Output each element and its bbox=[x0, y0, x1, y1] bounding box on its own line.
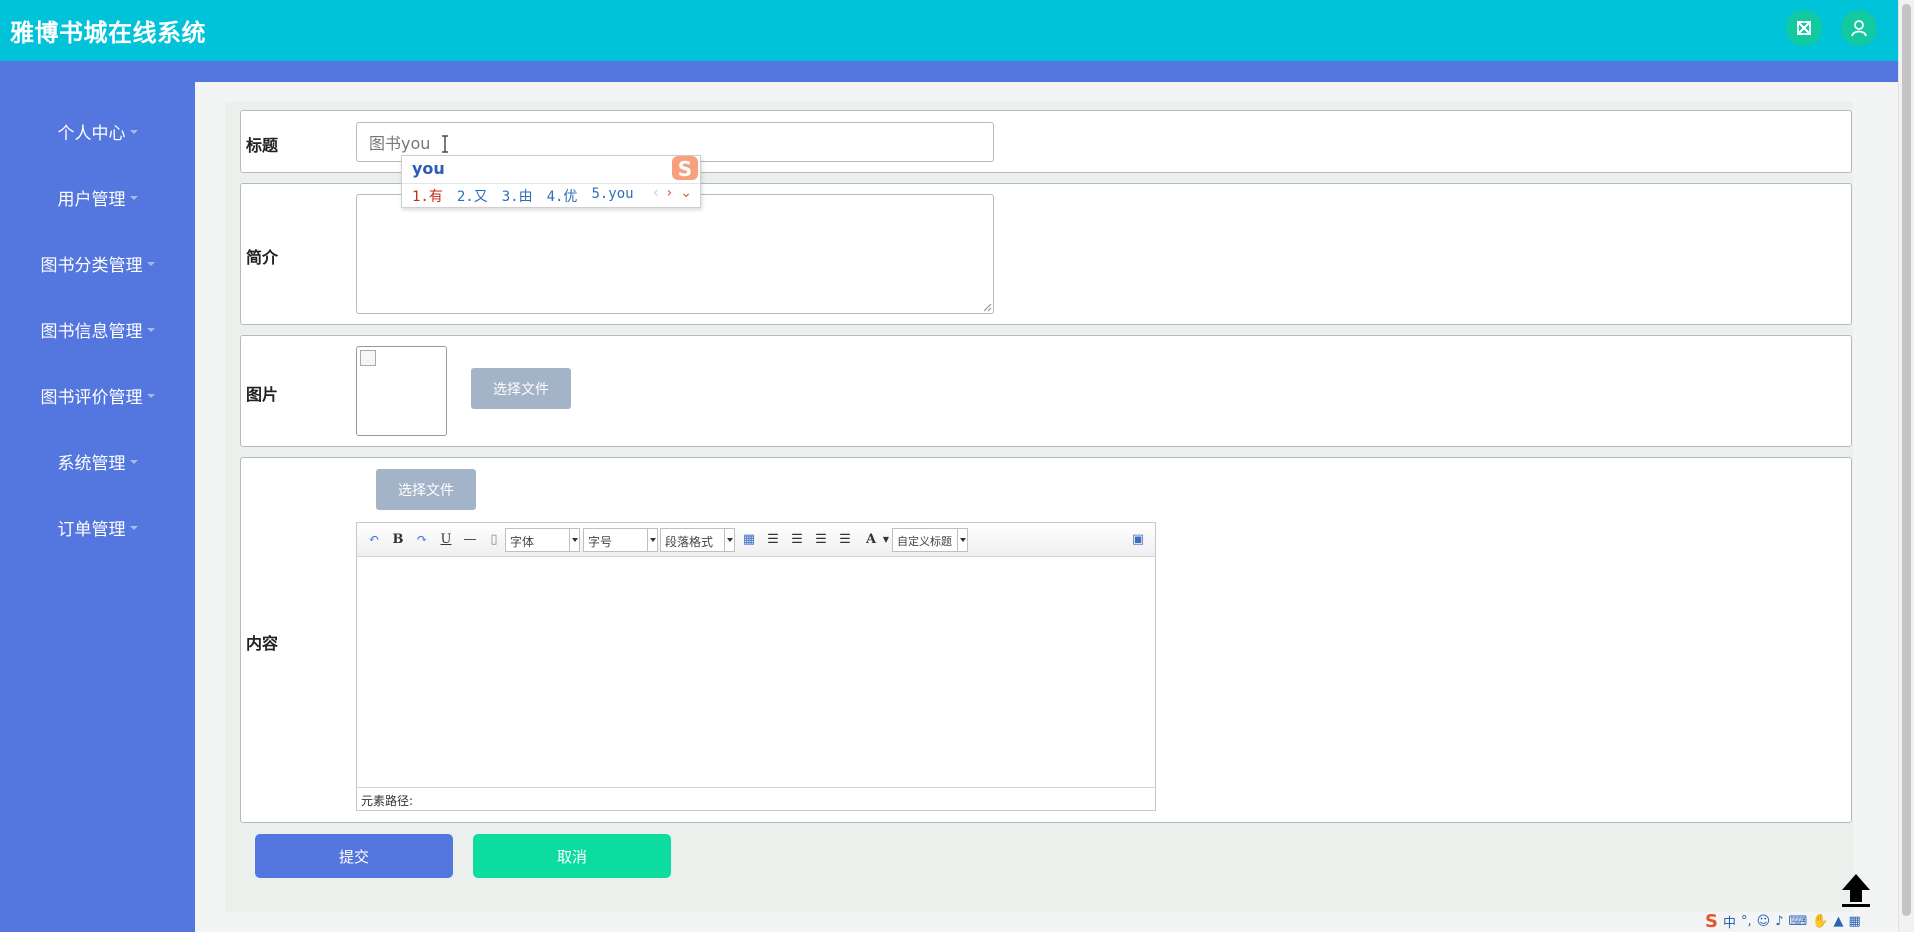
undo-icon[interactable]: ↶ bbox=[365, 530, 383, 548]
ime-candidate-4[interactable]: 4.优 bbox=[547, 186, 578, 206]
image-label: 图片 bbox=[246, 385, 279, 404]
punctuation-toggle[interactable]: °, bbox=[1741, 914, 1752, 929]
sogou-logo-icon: S bbox=[672, 156, 698, 181]
ime-nav: ‹ › ⌄ bbox=[653, 185, 692, 201]
sidebar-item-label: 图书信息管理 bbox=[40, 321, 143, 342]
emoji-icon[interactable]: ☺ bbox=[1757, 914, 1771, 929]
sidebar-item-system[interactable]: 系统管理 bbox=[0, 446, 195, 476]
cancel-button[interactable]: 取消 bbox=[473, 834, 671, 878]
chevron-down-icon bbox=[647, 529, 657, 551]
editor-content-area[interactable] bbox=[357, 558, 1155, 788]
ime-candidate-popup: you S 1.有 2.又 3.由 4.优 5.you ‹ › ⌄ bbox=[401, 155, 701, 208]
skin-icon[interactable]: ▲ bbox=[1833, 914, 1843, 929]
caret-down-icon bbox=[146, 394, 155, 398]
table-icon[interactable]: ▦ bbox=[740, 530, 758, 548]
ime-expand-icon[interactable]: ⌄ bbox=[680, 185, 692, 201]
sogou-tray-icon[interactable]: S bbox=[1705, 911, 1718, 932]
align-left-icon[interactable]: ☰ bbox=[764, 530, 782, 548]
svg-text:S: S bbox=[678, 157, 692, 181]
caret-down-icon bbox=[129, 526, 138, 530]
sidebar-item-label: 图书评价管理 bbox=[40, 387, 143, 408]
hand-icon[interactable]: ✋ bbox=[1812, 914, 1828, 929]
expand-icon bbox=[1797, 21, 1811, 35]
content-choose-file-button[interactable]: 选择文件 bbox=[376, 469, 476, 510]
sidebar-item-book-review[interactable]: 图书评价管理 bbox=[0, 380, 195, 410]
font-family-value: 字体 bbox=[510, 535, 535, 549]
sidebar: 个人中心 用户管理 图书分类管理 图书信息管理 图书评价管理 系统管理 订单管理 bbox=[0, 82, 195, 932]
ime-candidate-5[interactable]: 5.you bbox=[591, 186, 633, 206]
editor-toolbar: ↶ B ↷ U — ▯ 字体 字号 段落格式 ▦ ☰ ☰ ☰ ☰ A ▼ 自定义… bbox=[357, 523, 1155, 557]
paragraph-select[interactable]: 段落格式 bbox=[660, 528, 735, 552]
submit-button[interactable]: 提交 bbox=[255, 834, 453, 878]
text-cursor-icon bbox=[442, 135, 448, 153]
rich-text-editor: ↶ B ↷ U — ▯ 字体 字号 段落格式 ▦ ☰ ☰ ☰ ☰ A ▼ 自定义… bbox=[356, 522, 1156, 811]
sidebar-item-label: 个人中心 bbox=[57, 123, 126, 144]
ime-divider bbox=[402, 183, 700, 184]
underline-icon[interactable]: U bbox=[437, 530, 455, 548]
user-icon bbox=[1851, 20, 1867, 37]
keyboard-icon[interactable]: ⌨ bbox=[1788, 914, 1807, 929]
ime-mode-toggle[interactable]: 中 bbox=[1723, 912, 1736, 931]
ime-prev-icon[interactable]: ‹ bbox=[653, 185, 659, 201]
align-right-icon[interactable]: ☰ bbox=[788, 530, 806, 548]
intro-label: 简介 bbox=[246, 248, 279, 267]
sidebar-item-label: 图书分类管理 bbox=[40, 255, 143, 276]
resize-grip-icon[interactable] bbox=[982, 302, 992, 312]
microphone-icon[interactable]: ♪ bbox=[1775, 914, 1783, 929]
ime-tray: S 中 °, ☺ ♪ ⌨ ✋ ▲ ▦ bbox=[1705, 910, 1914, 932]
page-scrollbar[interactable] bbox=[1898, 0, 1914, 932]
intro-textarea[interactable] bbox=[356, 194, 994, 314]
caret-down-icon bbox=[129, 460, 138, 464]
ime-composition: you bbox=[412, 159, 445, 178]
chevron-down-icon bbox=[724, 529, 734, 551]
redo-icon[interactable]: ↷ bbox=[413, 530, 431, 548]
caret-down-icon bbox=[129, 196, 138, 200]
broken-image-icon bbox=[360, 350, 376, 366]
new-document-icon[interactable]: ▯ bbox=[485, 530, 503, 548]
content-label: 内容 bbox=[246, 634, 279, 653]
horizontal-rule-icon[interactable]: — bbox=[461, 530, 479, 548]
image-preview bbox=[356, 346, 447, 436]
caret-down-icon bbox=[146, 262, 155, 266]
user-button[interactable] bbox=[1841, 10, 1877, 46]
custom-title-value: 自定义标题 bbox=[897, 535, 952, 548]
top-bar: 雅博书城在线系统 bbox=[0, 0, 1898, 61]
paragraph-value: 段落格式 bbox=[665, 535, 714, 549]
scroll-thumb[interactable] bbox=[1902, 4, 1911, 916]
ime-next-icon[interactable]: › bbox=[667, 185, 673, 201]
preview-icon[interactable]: ▣ bbox=[1129, 530, 1147, 548]
choose-image-button[interactable]: 选择文件 bbox=[471, 368, 571, 409]
ime-candidate-1[interactable]: 1.有 bbox=[412, 186, 443, 206]
font-size-value: 字号 bbox=[588, 535, 613, 549]
chevron-down-icon bbox=[569, 529, 579, 551]
font-family-select[interactable]: 字体 bbox=[505, 528, 580, 552]
font-size-select[interactable]: 字号 bbox=[583, 528, 658, 552]
sidebar-item-label: 用户管理 bbox=[57, 189, 126, 210]
sidebar-item-orders[interactable]: 订单管理 bbox=[0, 512, 195, 542]
sidebar-item-label: 系统管理 bbox=[57, 453, 126, 474]
caret-down-icon bbox=[146, 328, 155, 332]
custom-title-select[interactable]: 自定义标题 bbox=[892, 528, 968, 552]
sidebar-item-personal-center[interactable]: 个人中心 bbox=[0, 116, 195, 146]
title-label: 标题 bbox=[246, 136, 279, 155]
back-to-top-icon[interactable] bbox=[1839, 872, 1873, 908]
sidebar-item-book-info[interactable]: 图书信息管理 bbox=[0, 314, 195, 344]
fullscreen-button[interactable] bbox=[1786, 10, 1822, 46]
ime-candidate-2[interactable]: 2.又 bbox=[457, 186, 488, 206]
editor-element-path: 元素路径: bbox=[357, 787, 1155, 810]
bold-icon[interactable]: B bbox=[389, 530, 407, 548]
app-title: 雅博书城在线系统 bbox=[10, 19, 206, 47]
chevron-down-icon bbox=[957, 529, 967, 551]
align-justify-icon[interactable]: ☰ bbox=[836, 530, 854, 548]
align-center-icon[interactable]: ☰ bbox=[812, 530, 830, 548]
sidebar-item-user-management[interactable]: 用户管理 bbox=[0, 182, 195, 212]
toolbox-icon[interactable]: ▦ bbox=[1848, 914, 1860, 929]
ime-candidate-3[interactable]: 3.由 bbox=[502, 186, 533, 206]
caret-down-icon bbox=[129, 130, 138, 134]
sidebar-item-book-category[interactable]: 图书分类管理 bbox=[0, 248, 195, 278]
ime-candidates: 1.有 2.又 3.由 4.优 5.you bbox=[412, 186, 634, 206]
header-band bbox=[0, 61, 1898, 82]
sidebar-item-label: 订单管理 bbox=[57, 519, 126, 540]
